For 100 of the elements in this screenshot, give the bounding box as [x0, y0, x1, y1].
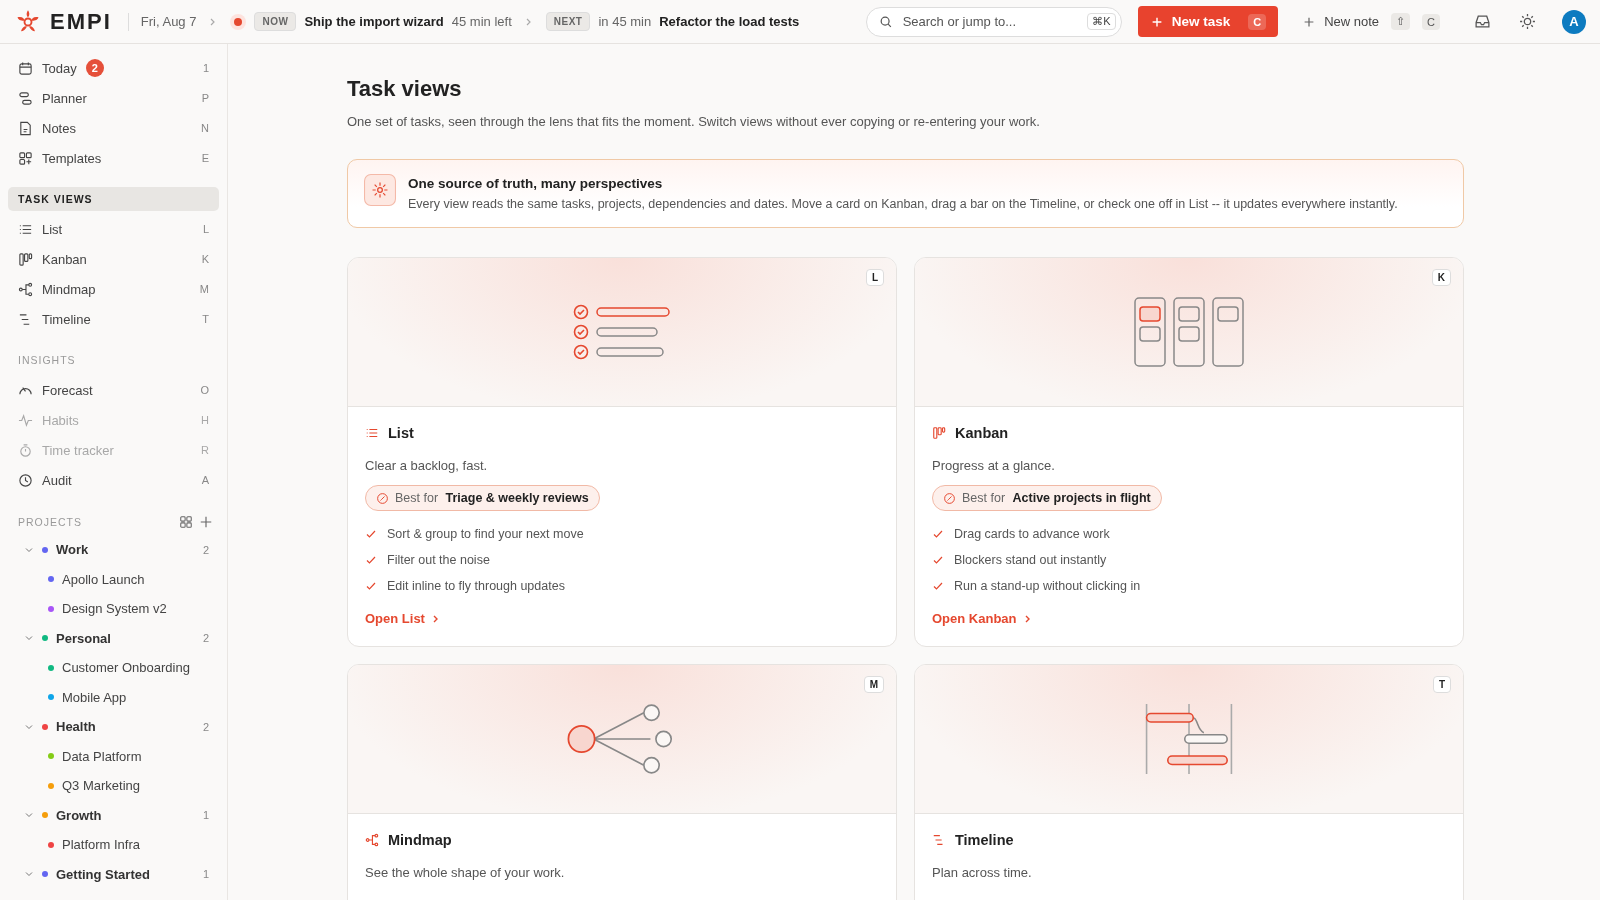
open-view-link[interactable]: Open Kanban: [932, 611, 1033, 626]
sidebar-item[interactable]: Notes N: [8, 113, 219, 143]
project-name: Apollo Launch: [62, 571, 145, 587]
nav-label: Notes: [42, 120, 76, 136]
sidebar-item[interactable]: Timeline T: [8, 304, 219, 334]
sidebar-item[interactable]: Mindmap M: [8, 274, 219, 304]
mindmap-icon: [18, 281, 33, 297]
card-title: Kanban: [955, 425, 1009, 441]
project-item[interactable]: Customer Onboarding: [8, 653, 219, 683]
compass-icon: [376, 491, 389, 505]
shortcut-key: H: [201, 414, 209, 426]
shortcut-key: M: [199, 283, 209, 295]
search-icon: [878, 14, 893, 29]
next-badge: NEXT: [545, 12, 591, 31]
feature-text: Blockers stand out instantly: [954, 553, 1107, 567]
grid-plus-icon: [18, 150, 33, 166]
feature-text: Run a stand-up without clicking in: [954, 579, 1141, 593]
feature-text: Filter out the noise: [387, 553, 490, 567]
nav-label: Time tracker: [42, 442, 114, 458]
project-name: Q3 Marketing: [62, 778, 141, 794]
check-icon: [932, 528, 944, 540]
route-icon: [18, 90, 33, 106]
new-note-button[interactable]: New note ⇧ C: [1296, 12, 1446, 31]
nav-label: Templates: [42, 150, 102, 166]
project-item[interactable]: Platform Infra: [8, 830, 219, 860]
grid-icon[interactable]: [179, 515, 193, 529]
project-name: Design System v2: [62, 601, 167, 617]
project-name: Data Platform: [62, 748, 142, 764]
project-name: Work: [56, 542, 89, 558]
sidebar-item[interactable]: Templates E: [8, 143, 219, 173]
feature-text: Sort & group to find your next move: [387, 527, 584, 541]
nav-label: Planner: [42, 90, 87, 106]
project-item[interactable]: Q3 Marketing: [8, 771, 219, 801]
calendar-icon: [18, 60, 33, 76]
now-badge: NOW: [254, 12, 297, 31]
project-item[interactable]: Mobile App: [8, 682, 219, 712]
section-heading: PROJECTS: [18, 516, 82, 528]
project-item[interactable]: Getting Started 1: [8, 859, 219, 889]
project-count: 2: [202, 632, 209, 645]
section-heading: INSIGHTS: [17, 353, 77, 368]
open-view-link[interactable]: Open List: [365, 611, 441, 626]
nav-label: List: [42, 221, 63, 237]
kanban-icon: [18, 251, 33, 267]
project-item[interactable]: Health 2: [8, 712, 219, 742]
sun-icon[interactable]: [1519, 13, 1536, 30]
add-icon[interactable]: [199, 515, 213, 529]
pulse-icon: [18, 412, 33, 428]
project-item[interactable]: Data Platform: [8, 741, 219, 771]
project-count: 2: [202, 720, 209, 733]
new-task-button[interactable]: New task C: [1137, 6, 1279, 37]
list-icon: [365, 426, 379, 440]
shortcut-key: L: [865, 269, 884, 286]
project-name: Getting Started: [56, 866, 150, 882]
card-title: Mindmap: [388, 832, 452, 848]
shortcut-key: T: [202, 313, 209, 325]
project-item[interactable]: Growth 1: [8, 800, 219, 830]
project-name: Growth: [56, 807, 102, 823]
time-left: 45 min left: [451, 14, 512, 29]
project-item[interactable]: Personal 2: [8, 623, 219, 653]
project-name: Personal: [56, 630, 111, 646]
page-title: Task views: [347, 76, 463, 102]
card-title: List: [388, 425, 414, 441]
kanban-icon: [932, 426, 946, 440]
sidebar-item[interactable]: Today 2 1: [8, 53, 219, 83]
check-icon: [932, 580, 944, 592]
feature-text: Drag cards to advance work: [954, 527, 1110, 541]
date-label: Fri, Aug 7: [140, 14, 197, 29]
project-item[interactable]: Design System v2: [8, 594, 219, 624]
feature-text: Edit inline to fly through updates: [387, 579, 565, 593]
project-item[interactable]: Apollo Launch: [8, 564, 219, 594]
project-count: 1: [202, 868, 209, 881]
shortcut-key: O: [200, 384, 209, 396]
next-task[interactable]: Refactor the load tests: [659, 14, 800, 29]
sidebar-item[interactable]: Audit A: [8, 465, 219, 495]
callout-text: Every view reads the same tasks, projects, dependencies and dates. Move a card on Kanban, drag a bar on the Timeline, or check one off in List -- it updates everywhere instantly.: [408, 197, 1398, 211]
sidebar-item[interactable]: Kanban K: [8, 244, 219, 274]
sidebar-item[interactable]: Forecast O: [8, 375, 219, 405]
current-task[interactable]: Ship the import wizard: [304, 14, 444, 29]
best-for-text: Best for Triage & weekly reviews: [395, 491, 589, 505]
inbox-icon[interactable]: [1474, 13, 1491, 30]
mindmap-icon: [365, 833, 379, 847]
shortcut-key: A: [201, 474, 209, 486]
nav-label: Habits: [42, 412, 79, 428]
sidebar-item[interactable]: Planner P: [8, 83, 219, 113]
shortcut-key: R: [201, 444, 209, 456]
clock-icon: [18, 472, 33, 488]
brand-name: EMPI: [50, 8, 112, 35]
shortcut-key: ⇧: [1391, 13, 1411, 30]
next-time: in 45 min: [598, 14, 652, 29]
nav-label: Today: [42, 60, 77, 76]
card-description: Plan across time.: [932, 865, 1033, 880]
project-item[interactable]: Work 2: [8, 535, 219, 565]
user-avatar[interactable]: A: [1562, 9, 1586, 34]
project-name: Health: [56, 719, 96, 735]
sidebar-item[interactable]: List L: [8, 214, 219, 244]
card-description: See the whole shape of your work.: [365, 865, 566, 880]
check-icon: [365, 580, 377, 592]
shortcut-key: C: [1248, 13, 1267, 30]
shortcut-key: K: [201, 253, 209, 265]
live-dot-icon: [230, 13, 247, 30]
